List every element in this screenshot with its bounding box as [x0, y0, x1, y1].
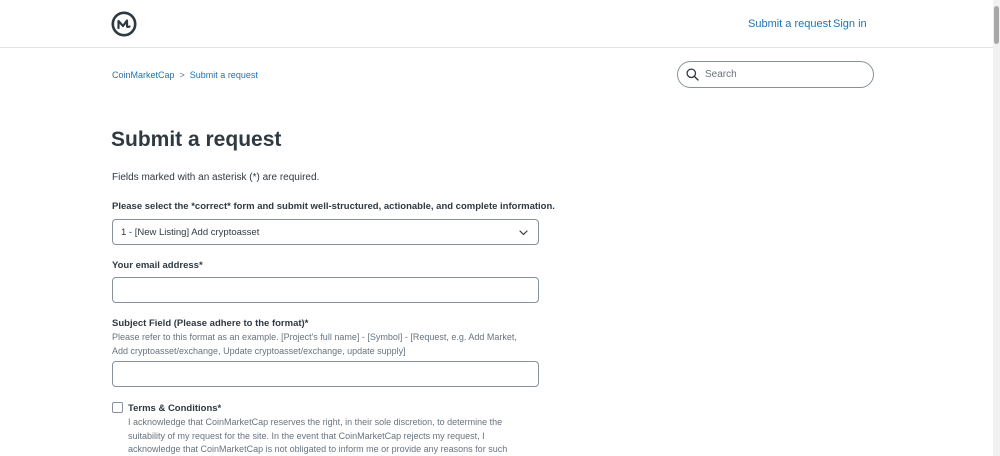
terms-description: I acknowledge that CoinMarketCap reserve… — [128, 417, 508, 454]
search-box[interactable] — [677, 61, 874, 88]
email-field-label: Your email address* — [112, 260, 203, 271]
breadcrumb-separator: > — [179, 70, 185, 80]
required-fields-note: Fields marked with an asterisk (*) are r… — [112, 172, 320, 183]
subject-field-label: Subject Field (Please adhere to the form… — [112, 318, 309, 329]
form-type-select-value: 1 - [New Listing] Add cryptoasset — [121, 226, 260, 238]
email-field[interactable] — [112, 277, 539, 303]
breadcrumb-item-home[interactable]: CoinMarketCap — [112, 70, 175, 80]
top-header: Submit a request Sign in — [0, 0, 993, 48]
page-title: Submit a request — [111, 128, 282, 151]
chevron-down-icon — [519, 230, 528, 236]
scrollbar-thumb[interactable] — [994, 6, 999, 44]
coinmarketcap-logo[interactable] — [111, 11, 137, 37]
breadcrumb-item-submit-request[interactable]: Submit a request — [190, 70, 258, 80]
terms-label[interactable]: Terms & Conditions* — [128, 403, 221, 414]
subject-field[interactable] — [112, 361, 539, 387]
nav-sign-in-link[interactable]: Sign in — [833, 18, 867, 30]
page-scrollbar[interactable] — [993, 0, 1000, 456]
search-icon — [686, 68, 699, 81]
breadcrumb: CoinMarketCap > Submit a request — [112, 70, 258, 80]
search-input[interactable] — [705, 69, 865, 80]
terms-checkbox[interactable] — [112, 402, 123, 413]
subject-field-hint: Please refer to this format as an exampl… — [112, 332, 517, 356]
form-select-label: Please select the *correct* form and sub… — [112, 201, 555, 212]
form-type-select[interactable]: 1 - [New Listing] Add cryptoasset — [112, 219, 539, 245]
nav-submit-request-link[interactable]: Submit a request — [748, 18, 831, 30]
